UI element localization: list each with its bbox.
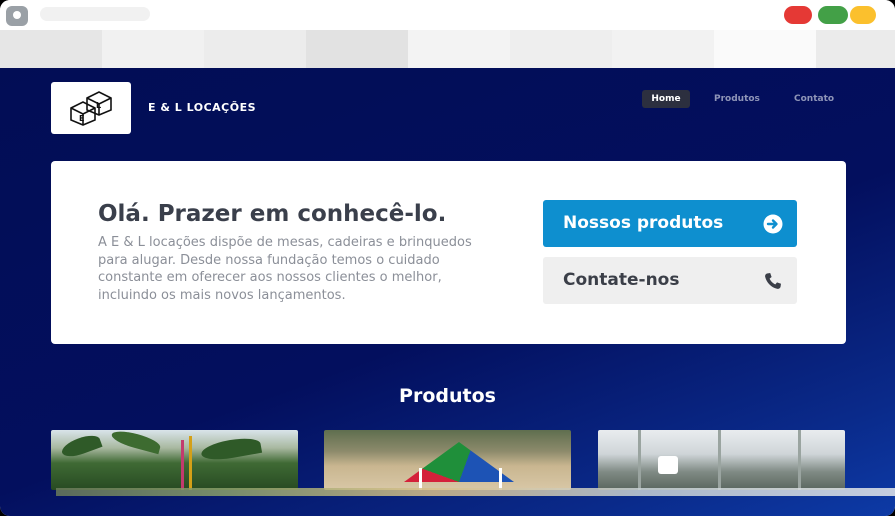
browser-titlebar [0,0,895,30]
browser-tab-active[interactable] [714,30,816,68]
hero-description: A E & L locações dispõe de mesas, cadeir… [98,235,472,303]
browser-tab[interactable] [204,30,306,68]
brand-name[interactable]: E & L LOCAÇÕES [148,101,256,114]
browser-window: E L E & L LOCAÇÕES Home Produtos Contato… [0,0,895,516]
page-bottom-strip [56,488,895,496]
browser-tab[interactable] [0,30,102,68]
brand-logo[interactable]: E L [51,82,131,134]
arrow-circle-right-icon [763,214,783,234]
maximize-window-button[interactable] [818,6,848,24]
browser-tab[interactable] [102,30,204,68]
nav-item-home[interactable]: Home [642,90,690,108]
close-window-button[interactable] [784,6,812,24]
web-page: E L E & L LOCAÇÕES Home Produtos Contato… [0,68,895,516]
browser-tab[interactable] [510,30,612,68]
product-card-palm-garden[interactable] [51,430,298,490]
cubes-logo-icon: E L [70,91,112,126]
browser-menu-icon[interactable] [6,6,28,26]
browser-tab-strip [0,30,895,68]
product-card-event-tent[interactable] [598,430,845,490]
product-card-colorful-tent[interactable] [324,430,571,490]
products-button[interactable]: Nossos produtos [543,200,797,247]
logo-letter-l: L [96,101,101,110]
browser-tab[interactable] [612,30,714,68]
products-button-label: Nossos produtos [563,213,724,233]
browser-tab[interactable] [306,30,408,68]
nav-item-contato[interactable]: Contato [794,90,834,108]
hero-title: Olá. Prazer em conhecê-lo. [98,201,447,227]
phone-icon [765,273,781,289]
contact-button-label: Contate-nos [563,270,680,290]
hero-card: Olá. Prazer em conhecê-lo. A E & L locaç… [51,161,846,344]
nav-item-produtos[interactable]: Produtos [714,90,760,108]
browser-tab[interactable] [816,30,895,68]
browser-tab[interactable] [408,30,510,68]
contact-button[interactable]: Contate-nos [543,257,797,304]
logo-letter-e: E [79,114,84,123]
minimize-window-button[interactable] [850,6,876,24]
address-bar[interactable] [40,7,150,21]
products-section-title: Produtos [399,385,496,407]
